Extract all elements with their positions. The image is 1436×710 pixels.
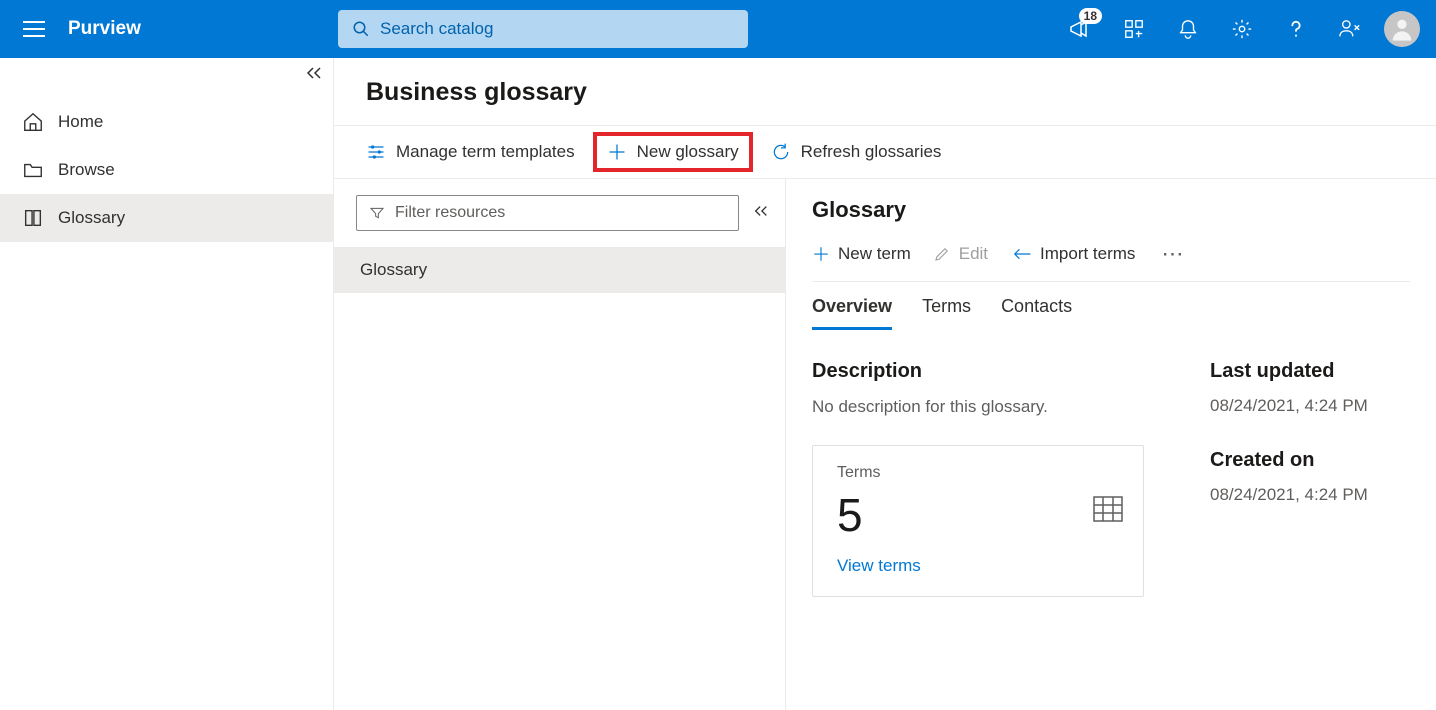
filter-resources-input[interactable]: Filter resources (356, 195, 739, 231)
chevron-double-left-icon (305, 66, 323, 80)
manage-templates-button[interactable]: Manage term templates (354, 134, 587, 170)
glossary-list-item[interactable]: Glossary (334, 247, 785, 293)
search-input[interactable]: Search catalog (338, 10, 748, 48)
grid-icon (1093, 496, 1123, 527)
collections-button[interactable] (1108, 0, 1160, 58)
last-updated-value: 08/24/2021, 4:24 PM (1210, 393, 1410, 419)
new-term-button[interactable]: New term (812, 244, 911, 264)
search-placeholder: Search catalog (380, 19, 493, 39)
header-actions: 18 (1054, 0, 1426, 58)
sidebar-item-browse[interactable]: Browse (0, 146, 333, 194)
sidebar-collapse[interactable] (305, 66, 323, 85)
sidebar-item-label: Browse (58, 160, 115, 180)
glossary-list-pane: Filter resources Glossary (334, 179, 786, 710)
page-title: Business glossary (334, 58, 1436, 125)
sidebar: Home Browse Glossary (0, 58, 334, 710)
import-icon (1010, 246, 1032, 262)
bell-icon (1177, 18, 1199, 40)
tab-overview[interactable]: Overview (812, 296, 892, 330)
main-content: Business glossary Manage term templates … (334, 58, 1436, 710)
sidebar-item-home[interactable]: Home (0, 98, 333, 146)
search-icon (352, 20, 370, 38)
detail-toolbar: New term Edit Import terms ⋯ (812, 241, 1410, 282)
sidebar-item-label: Glossary (58, 208, 125, 228)
notification-badge: 18 (1079, 8, 1102, 24)
app-header: Purview Search catalog 18 (0, 0, 1436, 58)
people-button[interactable] (1324, 0, 1376, 58)
chevron-double-left-icon (753, 204, 769, 218)
view-terms-link[interactable]: View terms (837, 556, 1123, 576)
terms-card: Terms 5 View terms (812, 445, 1144, 597)
import-terms-button[interactable]: Import terms (1010, 244, 1135, 264)
list-item-label: Glossary (360, 260, 427, 280)
description-heading: Description (812, 360, 1170, 383)
plus-icon (812, 245, 830, 263)
terms-card-count: 5 (837, 488, 1123, 542)
sliders-icon (366, 143, 386, 161)
filter-icon (369, 205, 385, 221)
created-value: 08/24/2021, 4:24 PM (1210, 482, 1410, 508)
feedback-button[interactable]: 18 (1054, 0, 1106, 58)
pencil-icon (933, 245, 951, 263)
button-label: New term (838, 244, 911, 264)
detail-tabs: Overview Terms Contacts (812, 296, 1410, 330)
refresh-glossaries-button[interactable]: Refresh glossaries (759, 134, 954, 170)
tab-terms[interactable]: Terms (922, 296, 971, 330)
filter-placeholder: Filter resources (395, 204, 505, 222)
last-updated-heading: Last updated (1210, 360, 1410, 383)
question-icon (1285, 18, 1307, 40)
help-button[interactable] (1270, 0, 1322, 58)
glossary-detail-pane: Glossary New term Edit Import terms ⋯ (786, 179, 1436, 710)
tab-contacts[interactable]: Contacts (1001, 296, 1072, 330)
notifications-button[interactable] (1162, 0, 1214, 58)
button-label: New glossary (637, 142, 739, 162)
detail-title: Glossary (812, 197, 1410, 223)
terms-card-label: Terms (837, 464, 1123, 482)
button-label: Refresh glossaries (801, 142, 942, 162)
collections-icon (1123, 18, 1145, 40)
collapse-list-pane[interactable] (753, 204, 769, 223)
page-toolbar: Manage term templates New glossary Refre… (334, 125, 1436, 179)
button-label: Edit (959, 244, 988, 264)
hamburger-menu[interactable] (10, 0, 58, 58)
button-label: Import terms (1040, 244, 1135, 264)
people-icon (1338, 18, 1362, 40)
button-label: Manage term templates (396, 142, 575, 162)
description-text: No description for this glossary. (812, 397, 1170, 417)
app-name: Purview (58, 18, 338, 40)
home-icon (22, 111, 44, 133)
avatar-icon (1388, 15, 1416, 43)
edit-button[interactable]: Edit (933, 244, 988, 264)
new-glossary-button[interactable]: New glossary (593, 132, 753, 172)
refresh-icon (771, 142, 791, 162)
gear-icon (1231, 18, 1253, 40)
folder-icon (22, 159, 44, 181)
more-actions-button[interactable]: ⋯ (1157, 241, 1189, 267)
created-heading: Created on (1210, 449, 1410, 472)
hamburger-icon (23, 21, 45, 37)
settings-button[interactable] (1216, 0, 1268, 58)
sidebar-item-label: Home (58, 112, 103, 132)
book-icon (22, 207, 44, 229)
sidebar-item-glossary[interactable]: Glossary (0, 194, 333, 242)
user-avatar[interactable] (1384, 11, 1420, 47)
plus-icon (607, 142, 627, 162)
